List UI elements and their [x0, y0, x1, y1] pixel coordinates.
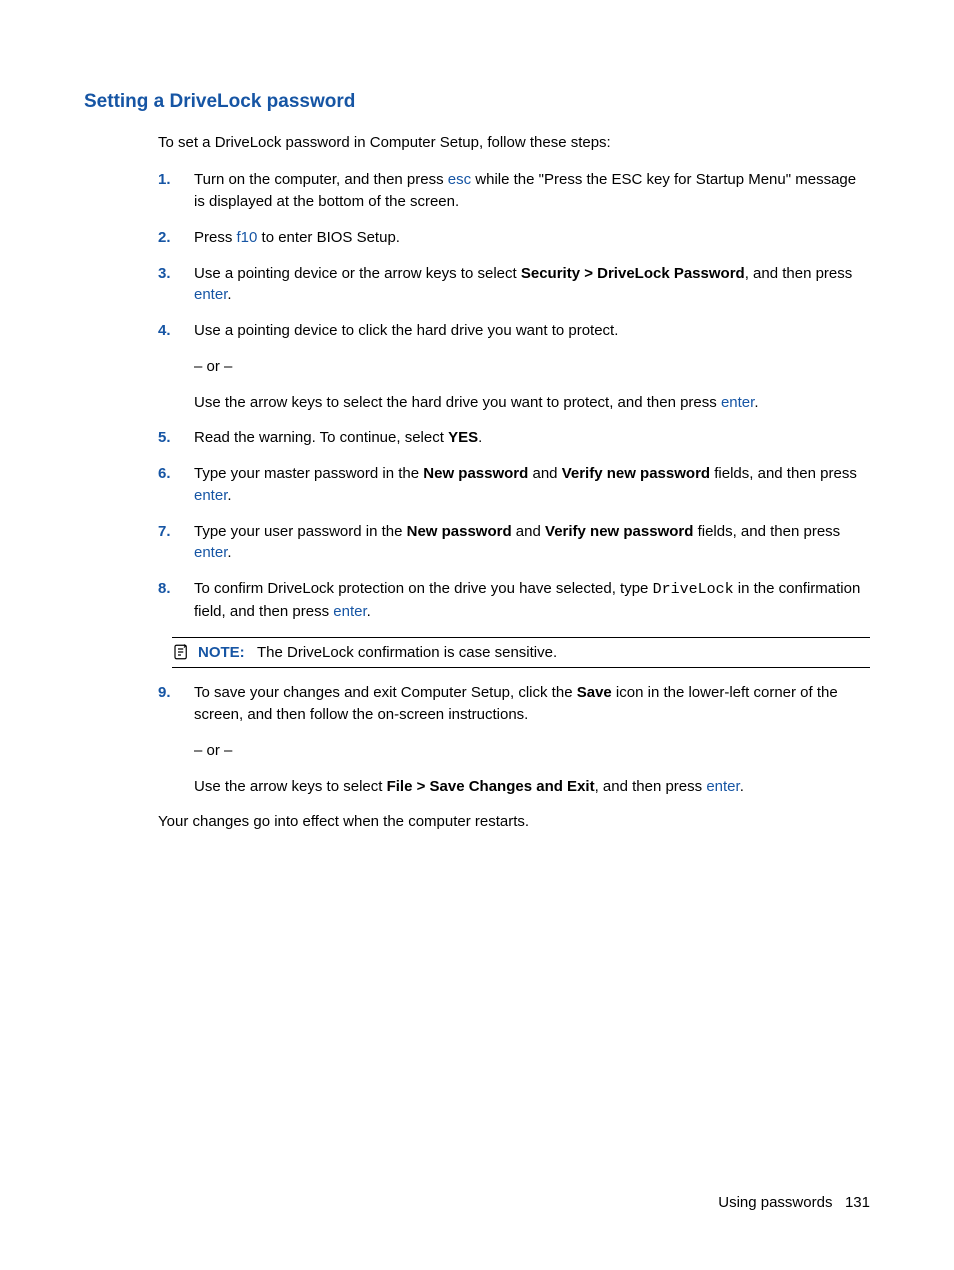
key-enter: enter [194, 286, 227, 303]
note-text: The DriveLock confirmation is case sensi… [257, 644, 557, 661]
step-text: Type your master password in the New pas… [194, 463, 870, 507]
step-text: Turn on the computer, and then press esc… [194, 169, 870, 213]
note-icon [172, 643, 190, 661]
key-enter: enter [333, 603, 366, 620]
or-divider: – or – [194, 356, 870, 378]
step-6: 6. Type your master password in the New … [158, 463, 870, 507]
step-text: Press f10 to enter BIOS Setup. [194, 227, 870, 249]
key-enter: enter [194, 544, 227, 561]
key-enter: enter [706, 778, 739, 795]
steps-list-cont: 9. To save your changes and exit Compute… [158, 682, 870, 797]
step-8: 8. To confirm DriveLock protection on th… [158, 578, 870, 623]
step-text: To confirm DriveLock protection on the d… [194, 578, 870, 623]
step-text: To save your changes and exit Computer S… [194, 682, 870, 726]
step-2: 2. Press f10 to enter BIOS Setup. [158, 227, 870, 249]
step-number: 1. [158, 169, 194, 213]
step-9: 9. To save your changes and exit Compute… [158, 682, 870, 797]
steps-list: 1. Turn on the computer, and then press … [158, 169, 870, 622]
key-f10: f10 [237, 229, 258, 246]
closing-text: Your changes go into effect when the com… [158, 811, 870, 833]
step-text: Use the arrow keys to select the hard dr… [194, 392, 870, 414]
or-divider: – or – [194, 740, 870, 762]
key-enter: enter [721, 394, 754, 411]
footer-page: 131 [845, 1194, 870, 1211]
step-1: 1. Turn on the computer, and then press … [158, 169, 870, 213]
step-number: 2. [158, 227, 194, 249]
note-content: NOTE: The DriveLock confirmation is case… [198, 642, 557, 664]
intro-text: To set a DriveLock password in Computer … [158, 132, 870, 154]
step-number: 5. [158, 427, 194, 449]
section-title: Setting a DriveLock password [84, 88, 870, 116]
key-esc: esc [448, 171, 471, 188]
step-text: Read the warning. To continue, select YE… [194, 427, 870, 449]
key-enter: enter [194, 487, 227, 504]
step-4: 4. Use a pointing device to click the ha… [158, 320, 870, 413]
step-text: Use the arrow keys to select File > Save… [194, 776, 870, 798]
mono-drivelock: DriveLock [653, 581, 734, 598]
step-number: 4. [158, 320, 194, 413]
step-7: 7. Type your user password in the New pa… [158, 521, 870, 565]
step-text: Use a pointing device to click the hard … [194, 320, 870, 342]
step-number: 8. [158, 578, 194, 623]
step-5: 5. Read the warning. To continue, select… [158, 427, 870, 449]
step-number: 3. [158, 263, 194, 307]
step-number: 7. [158, 521, 194, 565]
step-3: 3. Use a pointing device or the arrow ke… [158, 263, 870, 307]
step-text: Type your user password in the New passw… [194, 521, 870, 565]
footer-section: Using passwords [718, 1194, 832, 1211]
note-box: NOTE: The DriveLock confirmation is case… [172, 637, 870, 669]
page-footer: Using passwords 131 [718, 1192, 870, 1214]
step-number: 6. [158, 463, 194, 507]
step-text: Use a pointing device or the arrow keys … [194, 263, 870, 307]
note-label: NOTE: [198, 644, 245, 661]
step-number: 9. [158, 682, 194, 797]
